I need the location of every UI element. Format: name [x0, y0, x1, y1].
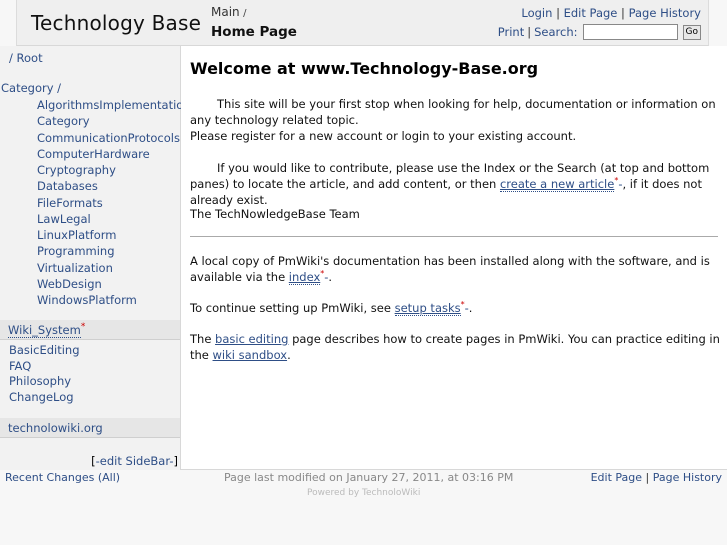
print-link[interactable]: Print — [498, 25, 524, 39]
search-go-button[interactable]: Go — [682, 24, 701, 40]
docs-paragraph: A local copy of PmWiki's documentation h… — [190, 254, 710, 285]
sidebar-item-changelog[interactable]: ChangeLog — [9, 390, 74, 404]
content-heading: Welcome at www.Technology-Base.org — [190, 59, 539, 78]
edit-page-link[interactable]: Edit Page — [564, 6, 618, 20]
sidebar-item-computerhardware[interactable]: ComputerHardware — [37, 147, 150, 161]
contribute-paragraph: If you would like to contribute, please … — [190, 161, 710, 207]
sidebar-item-programming[interactable]: Programming — [37, 244, 115, 258]
sidebar-section-external: technolowiki.org — [0, 418, 180, 438]
sidebar-wiki-list: BasicEditing FAQ Philosophy ChangeLog — [9, 343, 80, 405]
setup-tasks-link[interactable]: setup tasks — [394, 301, 461, 316]
separator: | — [527, 25, 532, 39]
sidebar-item-cryptography[interactable]: Cryptography — [37, 163, 116, 177]
missing-page-marker: * — [614, 176, 619, 185]
search-link[interactable]: Search: — [534, 25, 577, 39]
sidebar-root-link[interactable]: / Root — [9, 51, 43, 65]
sidebar-section-wiki-system: Wiki_System* — [0, 320, 180, 340]
sidebar-item-windowsplatform[interactable]: WindowsPlatform — [37, 293, 137, 307]
sidebar-item-lawlegal[interactable]: LawLegal — [37, 212, 91, 226]
sidebar-item-philosophy[interactable]: Philosophy — [9, 374, 71, 388]
edit-sidebar: [-edit SideBar-] — [91, 454, 178, 468]
separator: | — [621, 6, 625, 20]
divider — [190, 236, 718, 237]
basic-editing-link[interactable]: basic editing — [215, 332, 288, 346]
signature: The TechNowledgeBase Team — [190, 207, 360, 221]
sidebar-item-virtualization[interactable]: Virtualization — [37, 261, 113, 275]
sidebar-item-communicationprotocols[interactable]: CommunicationProtocols — [37, 131, 180, 145]
sidebar-item-fileformats[interactable]: FileFormats — [37, 196, 103, 210]
page-title[interactable]: Home Page — [211, 24, 297, 40]
powered-by-text: Powered by TechnoloWiki — [307, 488, 421, 498]
index-link[interactable]: index — [288, 270, 321, 285]
separator: | — [645, 471, 650, 484]
search-input[interactable] — [582, 24, 678, 40]
missing-page-marker: * — [80, 322, 86, 332]
breadcrumb-separator: / — [243, 8, 247, 19]
last-modified-text: Page last modified on January 27, 2011, … — [224, 471, 514, 484]
page-actions: Login | Edit Page | Page History Print |… — [498, 6, 701, 40]
sidebar-item-linuxplatform[interactable]: LinuxPlatform — [37, 228, 116, 242]
missing-page-marker: * — [320, 269, 325, 278]
sidebar: / Root Category / AlgorithmsImplementati… — [0, 46, 197, 470]
wiki-sandbox-link[interactable]: wiki sandbox — [213, 348, 288, 362]
create-new-article-link[interactable]: create a new article — [499, 177, 615, 192]
main-content: Welcome at www.Technology-Base.org This … — [181, 46, 727, 470]
missing-page-marker: * — [460, 300, 465, 309]
setup-paragraph: To continue setting up PmWiki, see setup… — [190, 300, 473, 316]
page-footer: Recent Changes (All) Page last modified … — [0, 470, 727, 545]
sidebar-item-algorithmsimplementations[interactable]: AlgorithmsImplementations — [37, 98, 197, 112]
site-title-link[interactable]: Technology Base — [31, 11, 201, 35]
sidebar-item-basicediting[interactable]: BasicEditing — [9, 343, 80, 357]
editing-paragraph: The basic editing page describes how to … — [190, 332, 720, 362]
recent-changes-link[interactable]: Recent Changes (All) — [5, 471, 120, 484]
intro-paragraph: This site will be your first stop when l… — [190, 97, 716, 143]
breadcrumb: Main / Home Page — [211, 5, 297, 40]
page-history-link[interactable]: Page History — [629, 6, 701, 20]
sidebar-category-title[interactable]: Category / — [1, 81, 61, 95]
sidebar-wiki-system-link[interactable]: Wiki_System — [8, 323, 81, 338]
page-header: Technology Base Main / Home Page Login |… — [0, 0, 727, 46]
sidebar-category-list: AlgorithmsImplementations Category Commu… — [37, 97, 197, 308]
breadcrumb-group-link[interactable]: Main — [211, 5, 240, 19]
sidebar-item-databases[interactable]: Databases — [37, 179, 98, 193]
sidebar-item-faq[interactable]: FAQ — [9, 359, 31, 373]
sidebar-item-webdesign[interactable]: WebDesign — [37, 277, 102, 291]
edit-sidebar-link[interactable]: -edit SideBar- — [96, 454, 174, 468]
sidebar-technolowiki-link[interactable]: technolowiki.org — [8, 421, 103, 435]
footer-page-history-link[interactable]: Page History — [653, 471, 722, 484]
footer-actions: Edit Page | Page History — [591, 471, 722, 484]
login-link[interactable]: Login — [521, 6, 552, 20]
separator: | — [556, 6, 560, 20]
sidebar-item-category[interactable]: Category — [37, 114, 90, 128]
footer-edit-page-link[interactable]: Edit Page — [591, 471, 642, 484]
